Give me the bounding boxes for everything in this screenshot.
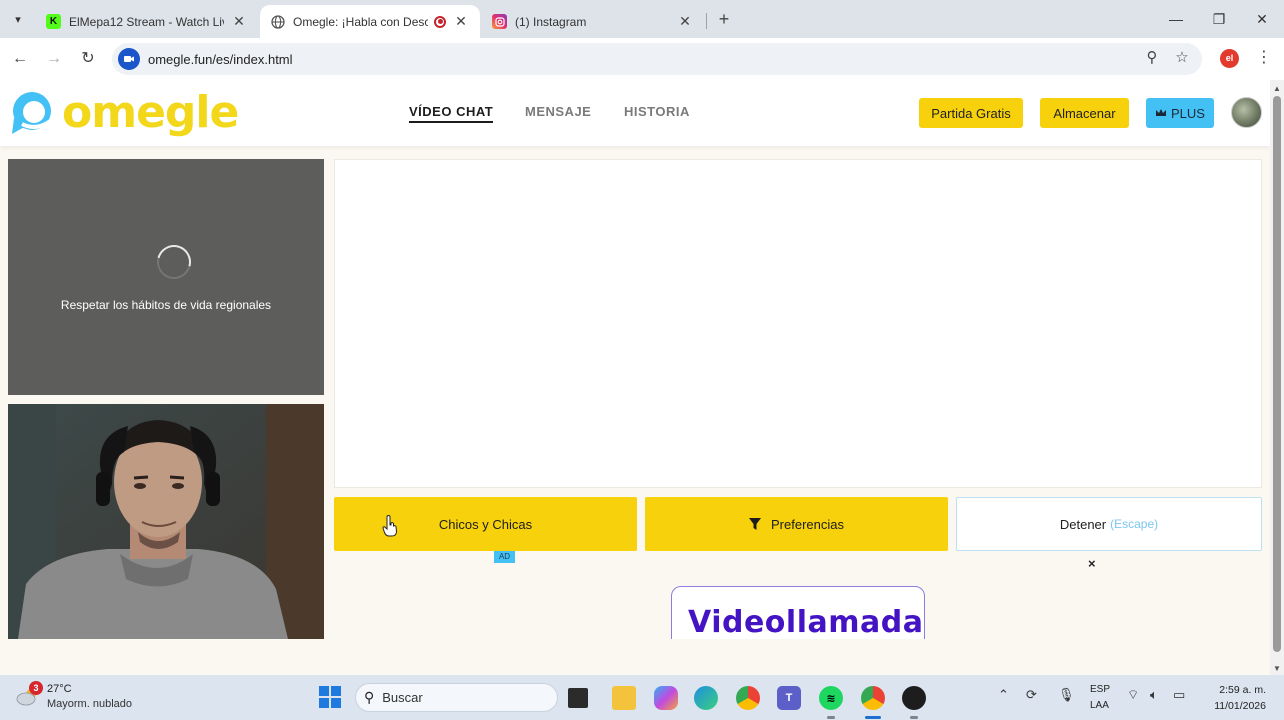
show-hidden-icons-chevron-icon[interactable]: ⌃ (998, 687, 1009, 703)
app-active-indicator (865, 716, 881, 719)
chrome-icon[interactable] (736, 686, 760, 710)
plus-button[interactable]: PLUS (1146, 98, 1214, 128)
instagram-logo-icon (492, 14, 507, 29)
edge-browser-icon[interactable] (694, 686, 718, 710)
web-page: omegle VÍDEO CHAT MENSAJE HISTORIA Parti… (0, 80, 1270, 675)
windows-taskbar: 3 27°C Mayorm. nublado ⚲ Buscar T ≋ ⌃ ⟳ … (0, 675, 1284, 720)
browser-toolbar: ← → ↻ omegle.fun/es/index.html ⚲ ☆ el ⋮ (0, 38, 1284, 80)
nav-message[interactable]: MENSAJE (525, 104, 591, 119)
kick-logo-icon: K (46, 14, 61, 29)
webcam-person-image (8, 404, 324, 639)
forward-arrow-icon[interactable]: → (42, 47, 66, 71)
back-arrow-icon[interactable]: ← (8, 47, 32, 71)
scroll-down-arrow-icon[interactable]: ▼ (1273, 664, 1281, 673)
ad-clip-mask (660, 639, 940, 675)
obs-studio-icon[interactable] (902, 686, 926, 710)
stop-label: Detener (1059, 516, 1107, 532)
battery-icon[interactable]: ▭ (1173, 687, 1185, 703)
chrome-profile-icon[interactable] (861, 686, 885, 710)
self-webcam-video (8, 404, 324, 639)
stranger-status-text: Respetar los hábitos de vida regionales (60, 298, 272, 312)
scroll-up-arrow-icon[interactable]: ▲ (1273, 84, 1281, 93)
app-running-indicator (827, 716, 835, 719)
stranger-video-panel: Respetar los hábitos de vida regionales (8, 159, 324, 395)
search-icon: ⚲ (364, 689, 375, 705)
wifi-icon[interactable]: ⌔ (1127, 687, 1139, 703)
profile-avatar[interactable]: el (1220, 49, 1239, 68)
nav-video-chat[interactable]: VÍDEO CHAT (409, 104, 494, 123)
weather-temperature[interactable]: 27°C (47, 683, 72, 695)
preferences-label: Preferencias (771, 516, 844, 532)
volume-icon[interactable]: 🔈︎ (1150, 687, 1158, 703)
ad-close-icon[interactable]: × (1088, 556, 1096, 571)
tab-instagram[interactable]: (1) Instagram ✕ (482, 5, 704, 38)
ad-headline: Videollamada (688, 605, 924, 640)
sync-icon[interactable]: ⟳ (1026, 687, 1037, 703)
tab-title: ElMepa12 Stream - Watch Live (69, 14, 224, 29)
new-tab-plus-icon[interactable]: + (713, 8, 735, 30)
taskbar-search-box[interactable]: ⚲ Buscar (355, 683, 558, 712)
store-button[interactable]: Almacenar (1040, 98, 1129, 128)
close-tab-icon[interactable]: ✕ (452, 13, 470, 30)
filter-funnel-icon (749, 518, 761, 530)
recording-indicator-icon (434, 15, 446, 28)
address-bar[interactable]: omegle.fun/es/index.html (112, 43, 1202, 75)
ad-badge: AD (494, 551, 515, 563)
gender-filter-button[interactable]: Chicos y Chicas (334, 497, 637, 551)
site-info-icon[interactable] (118, 48, 140, 70)
globe-icon (270, 14, 285, 29)
omegle-logo[interactable]: omegle (8, 87, 239, 138)
stop-button[interactable]: Detener (Escape) (956, 497, 1262, 551)
windows-start-icon[interactable] (319, 686, 341, 708)
scrollbar-thumb[interactable] (1273, 96, 1281, 652)
weather-description[interactable]: Mayorm. nublado (47, 698, 132, 710)
hand-pointer-cursor-icon (382, 515, 398, 537)
minimize-icon[interactable]: — (1165, 8, 1187, 30)
bookmark-star-icon[interactable]: ☆ (1171, 47, 1193, 69)
tab-search-chevron-icon[interactable]: ▾ (6, 7, 30, 31)
preferences-button[interactable]: Preferencias (645, 497, 948, 551)
restore-icon[interactable]: ❐ (1208, 8, 1230, 30)
task-view-icon[interactable] (568, 688, 588, 708)
app-running-indicator (910, 716, 918, 719)
reload-icon[interactable]: ↻ (76, 47, 100, 71)
close-tab-icon[interactable]: ✕ (676, 13, 694, 30)
free-match-button[interactable]: Partida Gratis (919, 98, 1023, 128)
page-scrollbar[interactable]: ▲ ▼ (1270, 80, 1284, 675)
close-window-icon[interactable]: ✕ (1251, 8, 1273, 30)
file-explorer-icon[interactable] (612, 686, 636, 710)
gender-filter-label: Chicos y Chicas (438, 516, 533, 532)
search-placeholder: Buscar (382, 690, 423, 705)
nav-history[interactable]: HISTORIA (624, 104, 690, 119)
clock-date[interactable]: 11/01/2026 (1196, 700, 1266, 712)
logo-text: omegle (62, 87, 239, 138)
chat-message-area (334, 159, 1262, 488)
zoom-magnifier-icon[interactable]: ⚲ (1141, 47, 1163, 69)
weather-notification-badge: 3 (29, 681, 43, 695)
stop-shortcut-hint: (Escape) (1110, 517, 1159, 531)
clock-time[interactable]: 2:59 a. m. (1204, 684, 1266, 696)
spotify-icon[interactable]: ≋ (819, 686, 843, 710)
browser-menu-icon[interactable]: ⋮ (1254, 47, 1274, 69)
tab-omegle[interactable]: Omegle: ¡Habla con Descon ✕ (260, 5, 480, 38)
close-tab-icon[interactable]: ✕ (230, 13, 248, 30)
omegle-logo-mark-icon (8, 88, 60, 138)
loading-spinner-icon (150, 238, 198, 286)
tab-strip: ▾ K ElMepa12 Stream - Watch Live ✕ Omegl… (0, 0, 1284, 38)
plus-label: PLUS (1171, 105, 1205, 121)
copilot-icon[interactable] (654, 686, 678, 710)
url-text: omegle.fun/es/index.html (148, 51, 293, 67)
tab-divider (706, 13, 707, 29)
keyboard-layout[interactable]: LAA (1090, 700, 1109, 711)
tab-title: Omegle: ¡Habla con Descon (293, 14, 428, 29)
tab-title: (1) Instagram (515, 14, 587, 29)
microphone-icon[interactable]: 🎙︎ (1058, 687, 1075, 703)
teams-icon[interactable]: T (777, 686, 801, 710)
site-header: omegle VÍDEO CHAT MENSAJE HISTORIA Parti… (0, 80, 1270, 146)
tab-kick-stream[interactable]: K ElMepa12 Stream - Watch Live ✕ (36, 5, 258, 38)
input-language[interactable]: ESP (1090, 684, 1110, 695)
crown-icon (1156, 109, 1167, 116)
user-avatar[interactable] (1231, 97, 1262, 128)
